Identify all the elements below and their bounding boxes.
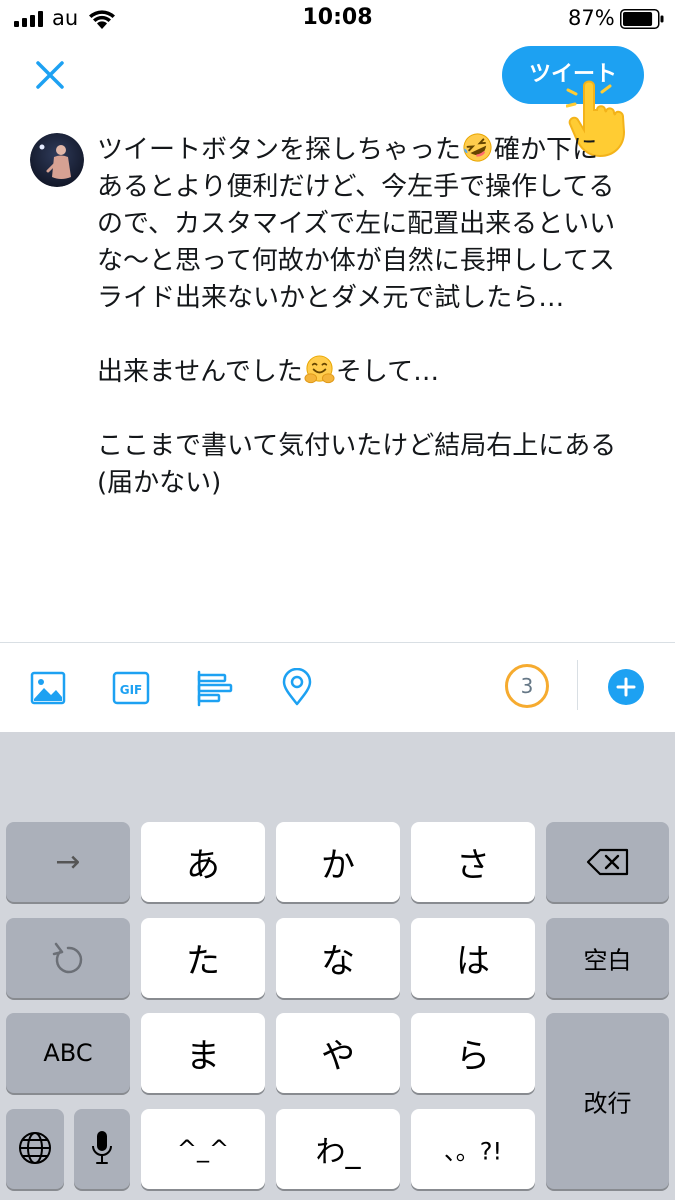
- poll-icon: [197, 670, 233, 707]
- toolbar-separator: [577, 660, 578, 710]
- close-button[interactable]: [30, 55, 70, 95]
- key-space[interactable]: 空白: [546, 918, 669, 998]
- image-icon: [30, 671, 66, 705]
- location-button[interactable]: [277, 667, 317, 708]
- image-button[interactable]: [28, 668, 68, 708]
- gif-button[interactable]: GIF: [111, 668, 151, 708]
- location-icon: [282, 667, 312, 706]
- close-icon: [36, 61, 64, 89]
- poll-button[interactable]: [194, 668, 234, 708]
- key-globe[interactable]: [6, 1109, 64, 1189]
- tweet-line: ツイートボタンを探しちゃった 確か下に: [97, 132, 657, 169]
- tweet-line: (届かない): [97, 468, 222, 498]
- toolbar-divider: [0, 642, 675, 643]
- add-tweet-button[interactable]: [608, 669, 644, 705]
- character-counter: 3: [505, 664, 549, 708]
- key-abc[interactable]: ABC: [6, 1013, 130, 1093]
- avatar[interactable]: [30, 133, 84, 187]
- key-sa[interactable]: さ: [411, 822, 535, 902]
- key-ma[interactable]: ま: [141, 1013, 265, 1093]
- key-wa[interactable]: わ_: [276, 1109, 400, 1189]
- key-kaomoji[interactable]: ^_^: [141, 1109, 265, 1189]
- key-ha[interactable]: は: [411, 918, 535, 998]
- key-a[interactable]: あ: [141, 822, 265, 902]
- key-ta[interactable]: た: [141, 918, 265, 998]
- key-arrow-right[interactable]: →: [6, 822, 130, 902]
- key-punctuation[interactable]: 、。?!: [411, 1109, 535, 1189]
- tweet-text[interactable]: ツイートボタンを探しちゃった 確か下に あるとより便利だけど、今左手で操作してる…: [97, 132, 657, 502]
- undo-icon: [52, 942, 83, 974]
- key-na[interactable]: な: [276, 918, 400, 998]
- key-microphone[interactable]: [74, 1109, 130, 1189]
- battery-percent: 87%: [568, 6, 615, 30]
- globe-icon: [19, 1132, 51, 1164]
- hugging-face-emoji-icon: [304, 355, 335, 384]
- svg-text:GIF: GIF: [120, 683, 143, 697]
- microphone-icon: [92, 1131, 112, 1164]
- key-return[interactable]: 改行: [546, 1013, 669, 1189]
- tweet-line: あるとより便利だけど、今左手で操作してる: [97, 172, 615, 202]
- tweet-line: な〜と思って何故か体が自然に長押ししてス: [97, 246, 615, 276]
- keyboard: → あ か さ た な は 空白 ABC ま や ら 改行 ^_^ わ_ 、。?…: [0, 732, 675, 1200]
- key-backspace[interactable]: [546, 822, 669, 902]
- key-ya[interactable]: や: [276, 1013, 400, 1093]
- tweet-line: 出来ませんでした そして…: [97, 354, 657, 391]
- backspace-icon: [586, 848, 629, 876]
- key-ra[interactable]: ら: [411, 1013, 535, 1093]
- gif-icon: GIF: [112, 671, 150, 705]
- tweet-line: ので、カスタマイズで左に配置出来るといい: [97, 209, 616, 239]
- tweet-line: ここまで書いて気付いたけど結局右上にある: [97, 431, 617, 461]
- tweet-line: ライド出来ないかとダメ元で試したら…: [97, 283, 565, 313]
- status-bar: au 10:08 87%: [0, 0, 675, 40]
- rolling-laughing-emoji-icon: [463, 133, 492, 162]
- add-icon: [616, 677, 636, 697]
- key-ka[interactable]: か: [276, 822, 400, 902]
- key-undo[interactable]: [6, 918, 130, 998]
- battery-icon: [620, 9, 664, 29]
